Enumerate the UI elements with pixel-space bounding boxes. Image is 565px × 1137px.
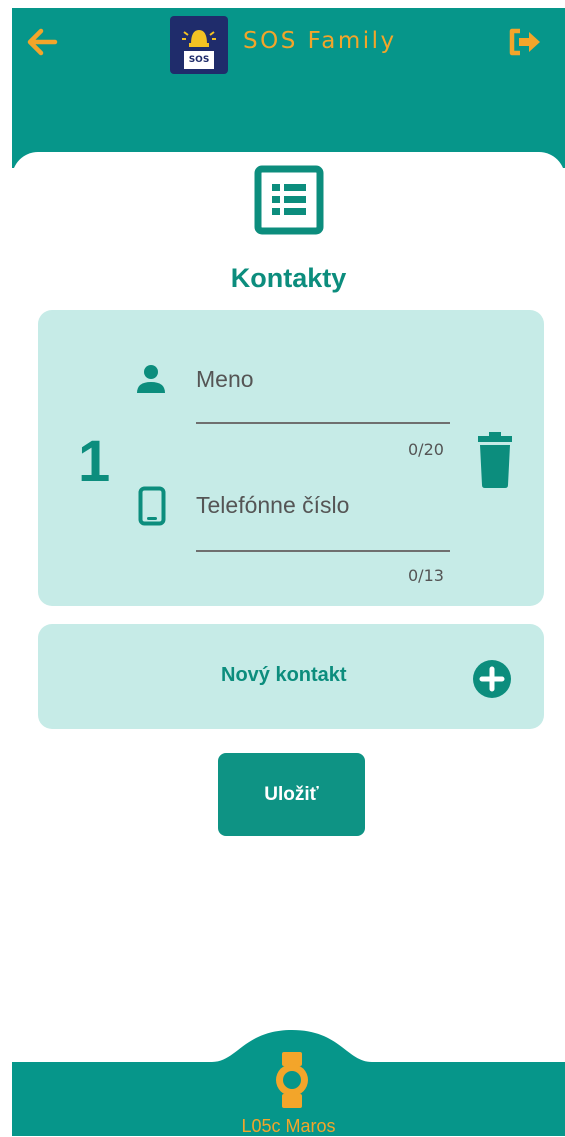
contact-number: 1: [78, 429, 111, 494]
delete-contact-button[interactable]: [470, 430, 520, 490]
device-name[interactable]: L05c Maros: [12, 1116, 565, 1137]
logout-icon: [509, 28, 540, 56]
phone-icon: [138, 486, 166, 526]
contact-card: 1 Meno 0/20 Telefónne číslo 0/13: [38, 310, 544, 606]
logout-button[interactable]: [506, 22, 546, 62]
plus-circle-icon: [473, 660, 511, 698]
person-icon: [137, 365, 165, 393]
page-title: Kontakty: [230, 263, 347, 293]
watch-icon[interactable]: [270, 1050, 314, 1110]
phone-counter: 0/13: [408, 566, 444, 585]
app-title: SOS Family: [243, 28, 397, 54]
trash-icon: [478, 432, 512, 488]
brand-logo: SOS: [170, 16, 228, 74]
new-contact-button[interactable]: Nový kontakt: [38, 624, 544, 729]
name-input-underline: [196, 422, 450, 424]
logo-text: SOS: [189, 55, 210, 65]
name-input[interactable]: Meno: [196, 366, 254, 393]
phone-input[interactable]: Telefónne číslo: [196, 492, 349, 519]
new-contact-label: Nový kontakt: [221, 664, 347, 686]
phone-input-underline: [196, 550, 450, 552]
back-button[interactable]: [22, 22, 62, 62]
arrow-left-icon: [27, 28, 58, 56]
name-counter: 0/20: [408, 440, 444, 459]
save-button[interactable]: Uložiť: [218, 753, 365, 836]
list-icon: [254, 165, 324, 235]
